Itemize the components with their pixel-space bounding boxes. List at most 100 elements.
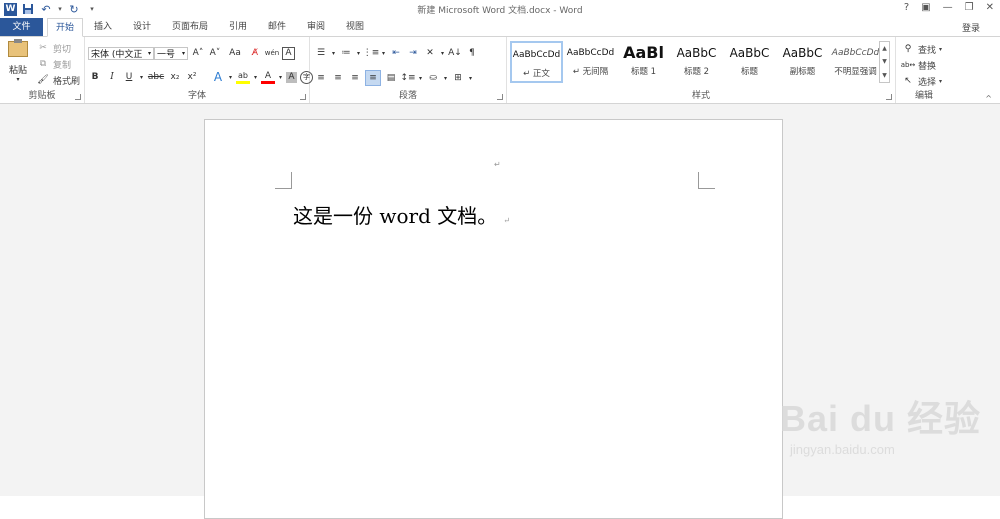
styles-launcher-icon[interactable] bbox=[886, 94, 892, 100]
bullets-icon[interactable]: ☰ bbox=[314, 46, 328, 60]
tab-references[interactable]: 引用 bbox=[221, 18, 255, 37]
grow-font-icon[interactable]: A˄ bbox=[191, 46, 205, 60]
format-painter-label: 格式刷 bbox=[53, 76, 81, 87]
underline-dropdown-icon[interactable]: ▾ bbox=[139, 70, 144, 84]
select-label: 选择 bbox=[918, 77, 937, 88]
ribbon-display-options-icon[interactable]: ▣ bbox=[921, 2, 930, 13]
justify-icon[interactable]: ≡ bbox=[365, 70, 381, 86]
font-name-combobox[interactable]: 宋体 (中文正 ▾ bbox=[88, 46, 154, 60]
styles-gallery-scrollbar[interactable]: ▲ ▼ ▼ bbox=[879, 41, 890, 83]
group-label-paragraph: 段落 bbox=[398, 91, 417, 101]
tab-file[interactable]: 文件 bbox=[0, 18, 43, 37]
text-effects-icon[interactable]: A bbox=[211, 70, 225, 84]
show-marks-icon[interactable]: ¶ bbox=[465, 46, 479, 60]
style-heading-2[interactable]: AaBbC 标题 2 bbox=[670, 41, 723, 83]
style-no-spacing[interactable]: AaBbCcDd ↵ 无间隔 bbox=[564, 41, 617, 83]
line-spacing-dropdown-icon[interactable]: ▾ bbox=[418, 71, 423, 85]
phonetic-guide-icon[interactable]: wén bbox=[265, 46, 279, 60]
font-color-dropdown-icon[interactable]: ▾ bbox=[278, 70, 283, 84]
copy-button[interactable]: ⧉ 复制 bbox=[36, 57, 71, 71]
document-page[interactable]: ↵ 这是一份 word 文档。 ↵ bbox=[204, 119, 783, 519]
paragraph-mark: ↵ bbox=[494, 160, 501, 169]
style-heading-1[interactable]: AaBl 标题 1 bbox=[617, 41, 670, 83]
font-launcher-icon[interactable] bbox=[300, 94, 306, 100]
chinese-layout-icon[interactable]: ✕ bbox=[423, 46, 437, 60]
numbering-dropdown-icon[interactable]: ▾ bbox=[356, 46, 361, 60]
chinese-layout-dropdown-icon[interactable]: ▾ bbox=[440, 46, 445, 60]
increase-indent-icon[interactable]: ⇥ bbox=[406, 46, 420, 60]
superscript-icon[interactable]: x² bbox=[185, 70, 199, 84]
italic-icon[interactable]: I bbox=[105, 70, 119, 84]
window-controls: ? ▣ — ❐ ✕ bbox=[904, 2, 994, 13]
line-spacing-icon[interactable]: ↕≡ bbox=[400, 71, 415, 85]
watermark-sub-text: jingyan.baidu.com bbox=[790, 442, 895, 457]
select-button[interactable]: ↖ 选择 ▾ bbox=[901, 74, 942, 88]
style-subtle-emphasis[interactable]: AaBbCcDd 不明显强调 bbox=[829, 41, 882, 83]
highlight-icon[interactable]: ab bbox=[236, 70, 250, 84]
multilevel-list-icon[interactable]: ⋮≡ bbox=[363, 46, 380, 60]
minimize-icon[interactable]: — bbox=[943, 2, 953, 13]
font-color-icon[interactable]: A bbox=[261, 70, 275, 84]
font-size-combobox[interactable]: 一号 ▾ bbox=[154, 46, 188, 60]
align-right-icon[interactable]: ≡ bbox=[348, 71, 362, 85]
font-size-dropdown-icon[interactable]: ▾ bbox=[182, 50, 185, 57]
gallery-down-icon[interactable]: ▼ bbox=[882, 58, 887, 65]
bold-icon[interactable]: B bbox=[88, 70, 102, 84]
style-title[interactable]: AaBbC 标题 bbox=[723, 41, 776, 83]
tab-mailings[interactable]: 邮件 bbox=[260, 18, 294, 37]
tab-view[interactable]: 视图 bbox=[338, 18, 372, 37]
multilevel-dropdown-icon[interactable]: ▾ bbox=[381, 46, 386, 60]
sign-in-link[interactable]: 登录 bbox=[962, 21, 980, 34]
cut-label: 剪切 bbox=[53, 44, 72, 55]
font-name-dropdown-icon[interactable]: ▾ bbox=[148, 50, 151, 57]
tab-review[interactable]: 审阅 bbox=[299, 18, 333, 37]
tab-home[interactable]: 开始 bbox=[47, 18, 83, 37]
gallery-more-icon[interactable]: ▼ bbox=[882, 72, 887, 79]
character-border-icon[interactable]: A bbox=[282, 46, 295, 60]
borders-icon[interactable]: ⊞ bbox=[451, 71, 465, 85]
cut-button[interactable]: ✂ 剪切 bbox=[36, 41, 71, 55]
bullets-dropdown-icon[interactable]: ▾ bbox=[331, 46, 336, 60]
distributed-icon[interactable]: ▤ bbox=[384, 71, 398, 85]
document-body-text[interactable]: 这是一份 word 文档。 ↵ bbox=[293, 200, 510, 229]
decrease-indent-icon[interactable]: ⇤ bbox=[389, 46, 403, 60]
paste-dropdown-icon[interactable]: ▾ bbox=[16, 76, 19, 83]
align-left-icon[interactable]: ≡ bbox=[314, 71, 328, 85]
shading-icon[interactable]: ⛀ bbox=[426, 71, 440, 85]
group-label-clipboard: 剪贴板 bbox=[28, 91, 56, 101]
find-dropdown-icon[interactable]: ▾ bbox=[939, 46, 942, 53]
paragraph-launcher-icon[interactable] bbox=[497, 94, 503, 100]
sort-icon[interactable]: A↓ bbox=[448, 46, 462, 60]
tab-page-layout[interactable]: 页面布局 bbox=[165, 18, 215, 37]
clear-formatting-icon[interactable]: A̸ bbox=[248, 46, 262, 60]
select-dropdown-icon[interactable]: ▾ bbox=[939, 78, 942, 85]
group-font: 宋体 (中文正 ▾ 一号 ▾ A˄ A˅ Aa A̸ wén A B I U ▾… bbox=[85, 37, 313, 103]
restore-icon[interactable]: ❐ bbox=[965, 2, 974, 13]
find-button[interactable]: ⚲ 查找 ▾ bbox=[901, 42, 942, 56]
gallery-up-icon[interactable]: ▲ bbox=[882, 45, 887, 52]
collapse-ribbon-icon[interactable]: ^ bbox=[985, 94, 992, 103]
format-painter-button[interactable]: 🖌 格式刷 bbox=[36, 73, 80, 87]
highlight-dropdown-icon[interactable]: ▾ bbox=[253, 70, 258, 84]
strikethrough-icon[interactable]: abc bbox=[147, 70, 165, 84]
tab-design[interactable]: 设计 bbox=[125, 18, 159, 37]
paste-button[interactable]: 粘贴 ▾ bbox=[6, 39, 30, 83]
replace-button[interactable]: ab↔ 替换 bbox=[901, 58, 936, 72]
align-center-icon[interactable]: ≡ bbox=[331, 71, 345, 85]
style-name: 不明显强调 bbox=[834, 67, 877, 77]
style-normal[interactable]: AaBbCcDd ↵ 正文 bbox=[510, 41, 563, 83]
character-shading-icon[interactable]: A bbox=[286, 71, 297, 83]
borders-dropdown-icon[interactable]: ▾ bbox=[468, 71, 473, 85]
clipboard-launcher-icon[interactable] bbox=[75, 94, 81, 100]
numbering-icon[interactable]: ≔ bbox=[339, 46, 353, 60]
change-case-icon[interactable]: Aa bbox=[225, 46, 245, 60]
subscript-icon[interactable]: x₂ bbox=[168, 70, 182, 84]
help-icon[interactable]: ? bbox=[904, 2, 909, 13]
underline-icon[interactable]: U bbox=[122, 70, 136, 84]
close-icon[interactable]: ✕ bbox=[986, 2, 994, 13]
shrink-font-icon[interactable]: A˅ bbox=[208, 46, 222, 60]
shading-dropdown-icon[interactable]: ▾ bbox=[443, 71, 448, 85]
style-subtitle[interactable]: AaBbC 副标题 bbox=[776, 41, 829, 83]
text-effects-dropdown-icon[interactable]: ▾ bbox=[228, 70, 233, 84]
tab-insert[interactable]: 插入 bbox=[86, 18, 120, 37]
